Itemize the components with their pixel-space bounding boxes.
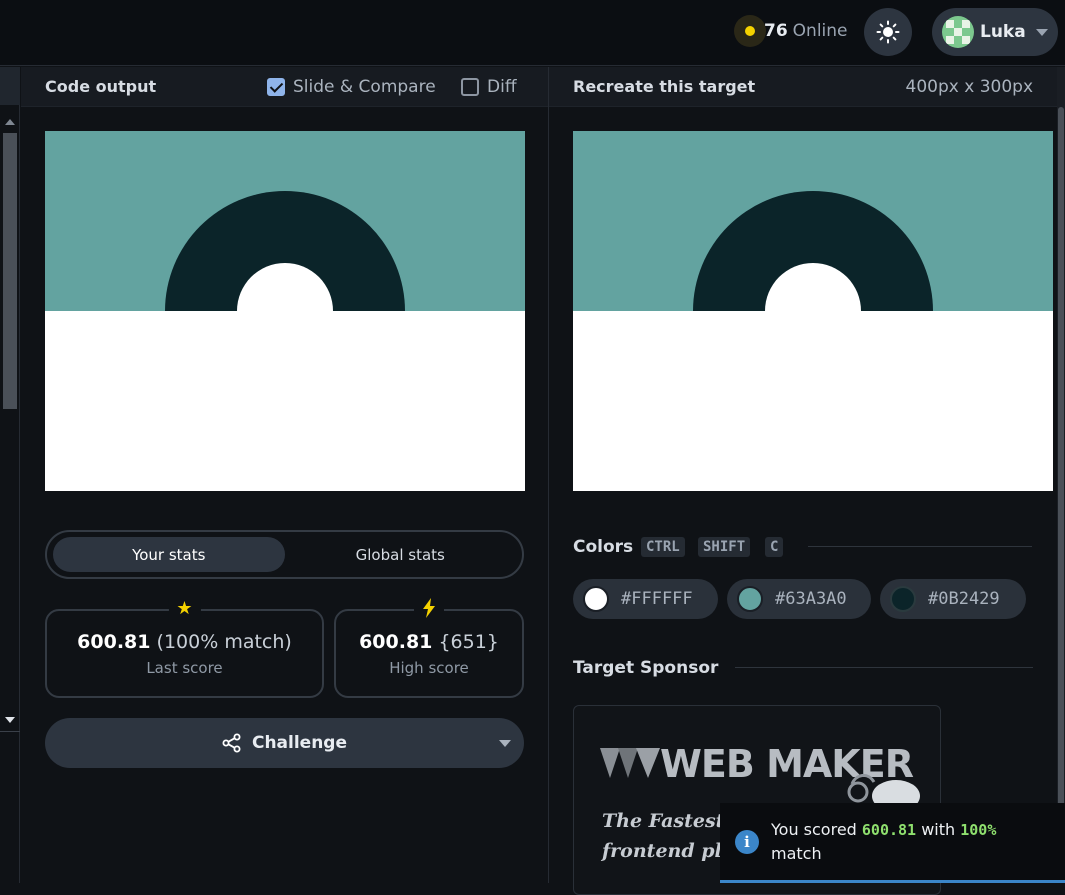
- editor-tab[interactable]: [0, 67, 20, 105]
- color-swatch-dark[interactable]: #0B2429: [880, 579, 1026, 619]
- tab-global-stats[interactable]: Global stats: [285, 537, 517, 572]
- avatar: [942, 16, 974, 48]
- chevron-down-icon: [1035, 28, 1048, 36]
- toast-middle: with: [921, 819, 956, 839]
- last-score-line: 600.81 (100% match): [77, 631, 292, 653]
- info-icon: i: [735, 829, 759, 854]
- target-dimensions: 400px x 300px: [905, 76, 1033, 97]
- color-swatch-teal[interactable]: #63A3A0: [727, 579, 871, 619]
- online-count: 76: [764, 21, 788, 41]
- target-panel-scrollbar[interactable]: [1057, 67, 1065, 883]
- online-label: Online: [792, 21, 848, 41]
- editor-scrollbar-thumb[interactable]: [3, 133, 17, 409]
- high-score-extra: {651}: [438, 630, 499, 653]
- last-score-label: Last score: [146, 658, 223, 677]
- user-menu-button[interactable]: Luka: [932, 8, 1058, 56]
- last-score-value: 600.81: [77, 630, 151, 653]
- toast-message: You scored 600.81 with 100% match: [771, 818, 1051, 866]
- color-hex: #FFFFFF: [621, 589, 693, 609]
- high-score-line: 600.81 {651}: [359, 631, 499, 653]
- online-status-icon: [734, 15, 766, 47]
- target-canvas: [573, 131, 1053, 491]
- output-panel-title: Code output: [45, 77, 157, 96]
- sponsor-tagline-1: The Fastest: [602, 810, 725, 832]
- color-hex: #63A3A0: [775, 589, 847, 609]
- slide-compare-label[interactable]: Slide & Compare: [293, 77, 436, 97]
- editor-strip: [0, 67, 20, 883]
- target-panel-title: Recreate this target: [573, 77, 756, 96]
- diff-label[interactable]: Diff: [487, 77, 517, 97]
- scroll-up-arrow-icon[interactable]: [5, 119, 15, 125]
- stats-toggle: Your stats Global stats: [45, 530, 524, 579]
- chevron-down-icon[interactable]: [499, 740, 511, 747]
- target-panel-header: Recreate this target 400px x 300px: [549, 67, 1065, 107]
- high-score-label: High score: [389, 658, 469, 677]
- slide-compare-checkbox[interactable]: [267, 77, 285, 96]
- lightning-icon: [414, 598, 444, 624]
- webmaker-logo-icon: [600, 748, 660, 778]
- toast-suffix: match: [771, 843, 822, 863]
- sun-icon: [876, 20, 900, 44]
- share-icon: [222, 733, 241, 753]
- scrollbar-thumb[interactable]: [1058, 107, 1064, 819]
- theme-toggle-button[interactable]: [864, 8, 912, 56]
- color-dot: [737, 586, 763, 612]
- online-indicator: 76 Online: [734, 15, 848, 47]
- color-dot: [890, 586, 916, 612]
- output-white-band: [45, 311, 525, 491]
- high-score-value: 600.81: [359, 630, 433, 653]
- star-icon: ★: [168, 598, 201, 620]
- divider: [808, 546, 1032, 547]
- kbd-c: C: [765, 537, 784, 557]
- divider: [0, 731, 20, 732]
- color-swatch-white[interactable]: #FFFFFF: [573, 579, 718, 619]
- colors-title: Colors: [573, 537, 634, 557]
- challenge-button[interactable]: Challenge: [45, 718, 524, 768]
- color-hex: #0B2429: [928, 589, 1000, 609]
- sponsor-tagline-2: frontend pl: [602, 840, 722, 862]
- color-dot: [583, 586, 609, 612]
- challenge-label: Challenge: [251, 733, 348, 753]
- user-name: Luka: [980, 22, 1026, 42]
- toast-match: 100%: [960, 820, 997, 839]
- diff-checkbox[interactable]: [461, 77, 479, 96]
- slide-compare-option[interactable]: Slide & Compare: [267, 77, 436, 97]
- last-score-card: ★ 600.81 (100% match) Last score: [45, 598, 324, 698]
- high-score-card: 600.81 {651} High score: [334, 598, 524, 698]
- sponsor-title: Target Sponsor: [573, 658, 719, 678]
- top-bar: 76 Online Luka: [0, 0, 1065, 66]
- panel-divider[interactable]: [548, 67, 549, 883]
- divider: [735, 667, 1033, 668]
- toast-score: 600.81: [861, 820, 917, 839]
- output-panel-header: Code output Slide & Compare Diff: [21, 67, 548, 107]
- target-white-band: [573, 311, 1053, 491]
- toast-prefix: You scored: [771, 819, 857, 839]
- scroll-down-arrow-icon[interactable]: [5, 717, 15, 723]
- kbd-shift: SHIFT: [698, 537, 751, 557]
- last-score-match: (100% match): [156, 630, 292, 653]
- diff-option[interactable]: Diff: [461, 77, 517, 97]
- score-toast[interactable]: i You scored 600.81 with 100% match: [720, 803, 1065, 883]
- kbd-ctrl: CTRL: [641, 537, 685, 557]
- code-output-canvas[interactable]: [45, 131, 525, 491]
- tab-your-stats[interactable]: Your stats: [53, 537, 285, 572]
